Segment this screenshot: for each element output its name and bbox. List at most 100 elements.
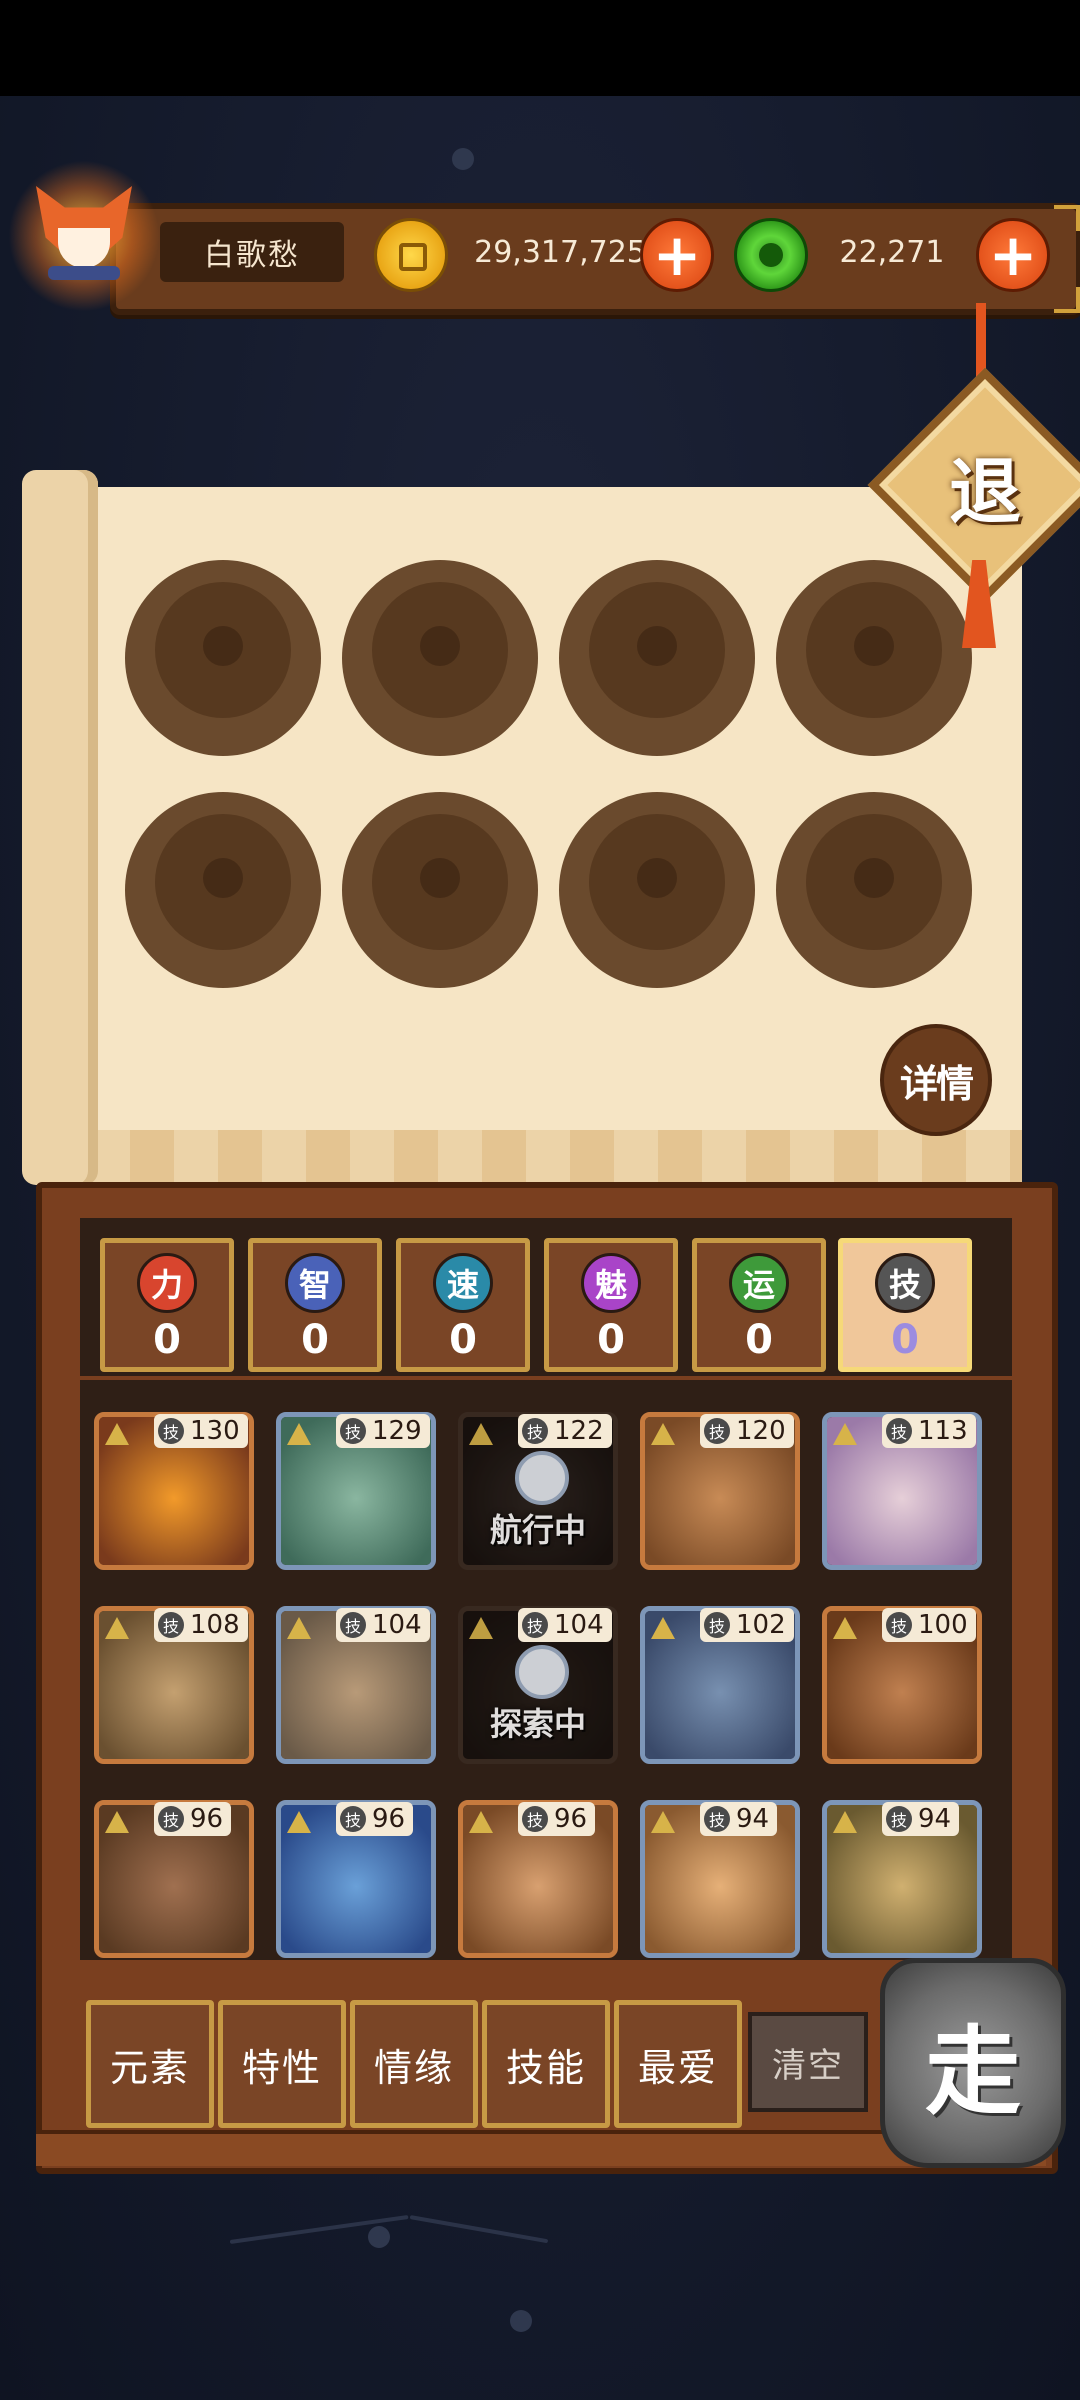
skill-icon: 技	[340, 1806, 366, 1832]
formation-slot[interactable]	[559, 560, 755, 756]
hero-skill-tag: 技 102	[700, 1608, 794, 1642]
hero-skill-tag: 技 94	[700, 1802, 778, 1836]
stat-icon: 智	[285, 1253, 345, 1313]
clock-icon	[515, 1451, 569, 1505]
stat-card[interactable]: 速0	[396, 1238, 530, 1372]
status-bar	[0, 0, 1080, 96]
hero-skill-tag: 技 104	[518, 1608, 612, 1642]
stat-value: 0	[891, 1317, 919, 1363]
formation-slot[interactable]	[342, 560, 538, 756]
hero-skill-tag: 技 96	[336, 1802, 414, 1836]
hero-skill-tag: 技 96	[154, 1802, 232, 1836]
formation-slot[interactable]	[559, 792, 755, 988]
stat-card[interactable]: 技0	[838, 1238, 972, 1372]
exit-button[interactable]: 退	[902, 402, 1068, 568]
stat-value: 0	[153, 1317, 181, 1363]
hero-skill-value: 96	[190, 1804, 224, 1834]
skill-icon: 技	[340, 1418, 366, 1444]
formation-slot[interactable]	[776, 792, 972, 988]
filter-button[interactable]: 技能	[482, 2000, 610, 2128]
skill-icon: 技	[704, 1612, 730, 1638]
filter-button[interactable]: 元素	[86, 2000, 214, 2128]
hero-status: 航行中	[489, 1511, 586, 1549]
stat-icon: 技	[875, 1253, 935, 1313]
stat-card[interactable]: 运0	[692, 1238, 826, 1372]
filter-button[interactable]: 最爱	[614, 2000, 742, 2128]
clear-button[interactable]: 清空	[748, 2012, 868, 2112]
stat-icon: 魅	[581, 1253, 641, 1313]
add-gold-button[interactable]: +	[640, 218, 714, 292]
scroll-rod	[22, 470, 98, 1185]
formation-slot[interactable]	[776, 560, 972, 756]
scroll-pattern	[86, 1130, 1022, 1186]
filter-button[interactable]: 情缘	[350, 2000, 478, 2128]
jade-icon	[734, 218, 808, 292]
skill-icon: 技	[522, 1418, 548, 1444]
hero-status: 探索中	[489, 1705, 586, 1743]
hero-skill-tag: 技 96	[518, 1802, 596, 1836]
filter-button[interactable]: 特性	[218, 2000, 346, 2128]
skill-icon: 技	[886, 1806, 912, 1832]
hero-skill-value: 102	[736, 1610, 786, 1640]
stat-icon: 运	[729, 1253, 789, 1313]
hero-skill-value: 94	[918, 1804, 952, 1834]
hero-skill-tag: 技 94	[882, 1802, 960, 1836]
skill-icon: 技	[704, 1418, 730, 1444]
go-button[interactable]: 走	[880, 1958, 1066, 2168]
constellation-star	[510, 2310, 532, 2332]
jade-amount: 22,271	[839, 234, 945, 270]
stat-icon: 力	[137, 1253, 197, 1313]
skill-icon: 技	[886, 1418, 912, 1444]
hero-skill-tag: 技 100	[882, 1608, 976, 1642]
formation-slot[interactable]	[125, 560, 321, 756]
hero-skill-tag: 技 108	[154, 1608, 248, 1642]
hero-skill-tag: 技 129	[336, 1414, 430, 1448]
stat-card[interactable]: 魅0	[544, 1238, 678, 1372]
hero-skill-value: 113	[918, 1416, 968, 1446]
hero-skill-value: 108	[190, 1610, 240, 1640]
hero-skill-tag: 技 120	[700, 1414, 794, 1448]
hero-skill-tag: 技 113	[882, 1414, 976, 1448]
stat-card[interactable]: 力0	[100, 1238, 234, 1372]
skill-icon: 技	[158, 1806, 184, 1832]
hero-skill-tag: 技 130	[154, 1414, 248, 1448]
skill-icon: 技	[340, 1612, 366, 1638]
player-name: 白歌愁	[160, 222, 344, 282]
hero-skill-value: 100	[918, 1610, 968, 1640]
hero-skill-tag: 技 122	[518, 1414, 612, 1448]
hero-skill-value: 129	[372, 1416, 422, 1446]
fox-collar	[48, 266, 120, 280]
corner-ornament	[1054, 287, 1080, 313]
formation-slot[interactable]	[342, 792, 538, 988]
clock-icon	[515, 1645, 569, 1699]
stat-value: 0	[745, 1317, 773, 1363]
stat-value: 0	[449, 1317, 477, 1363]
constellation-star	[452, 148, 474, 170]
gold-coin-icon	[374, 218, 448, 292]
details-button[interactable]: 详情	[880, 1024, 992, 1136]
hero-skill-value: 94	[736, 1804, 770, 1834]
hero-skill-value: 104	[554, 1610, 604, 1640]
hero-skill-value: 130	[190, 1416, 240, 1446]
skill-icon: 技	[704, 1806, 730, 1832]
hero-skill-value: 104	[372, 1610, 422, 1640]
add-jade-button[interactable]: +	[976, 218, 1050, 292]
skill-icon: 技	[522, 1806, 548, 1832]
corner-ornament	[1054, 205, 1080, 231]
skill-icon: 技	[158, 1612, 184, 1638]
hero-skill-tag: 技 104	[336, 1608, 430, 1642]
skill-icon: 技	[522, 1612, 548, 1638]
hero-skill-value: 96	[372, 1804, 406, 1834]
stat-card[interactable]: 智0	[248, 1238, 382, 1372]
stat-value: 0	[597, 1317, 625, 1363]
skill-icon: 技	[886, 1612, 912, 1638]
stat-icon: 速	[433, 1253, 493, 1313]
hero-skill-value: 120	[736, 1416, 786, 1446]
formation-slot[interactable]	[125, 792, 321, 988]
gold-amount: 29,317,725	[474, 234, 646, 270]
stat-value: 0	[301, 1317, 329, 1363]
skill-icon: 技	[158, 1418, 184, 1444]
player-avatar[interactable]	[8, 160, 160, 316]
constellation-star	[368, 2226, 390, 2248]
hero-skill-value: 122	[554, 1416, 604, 1446]
